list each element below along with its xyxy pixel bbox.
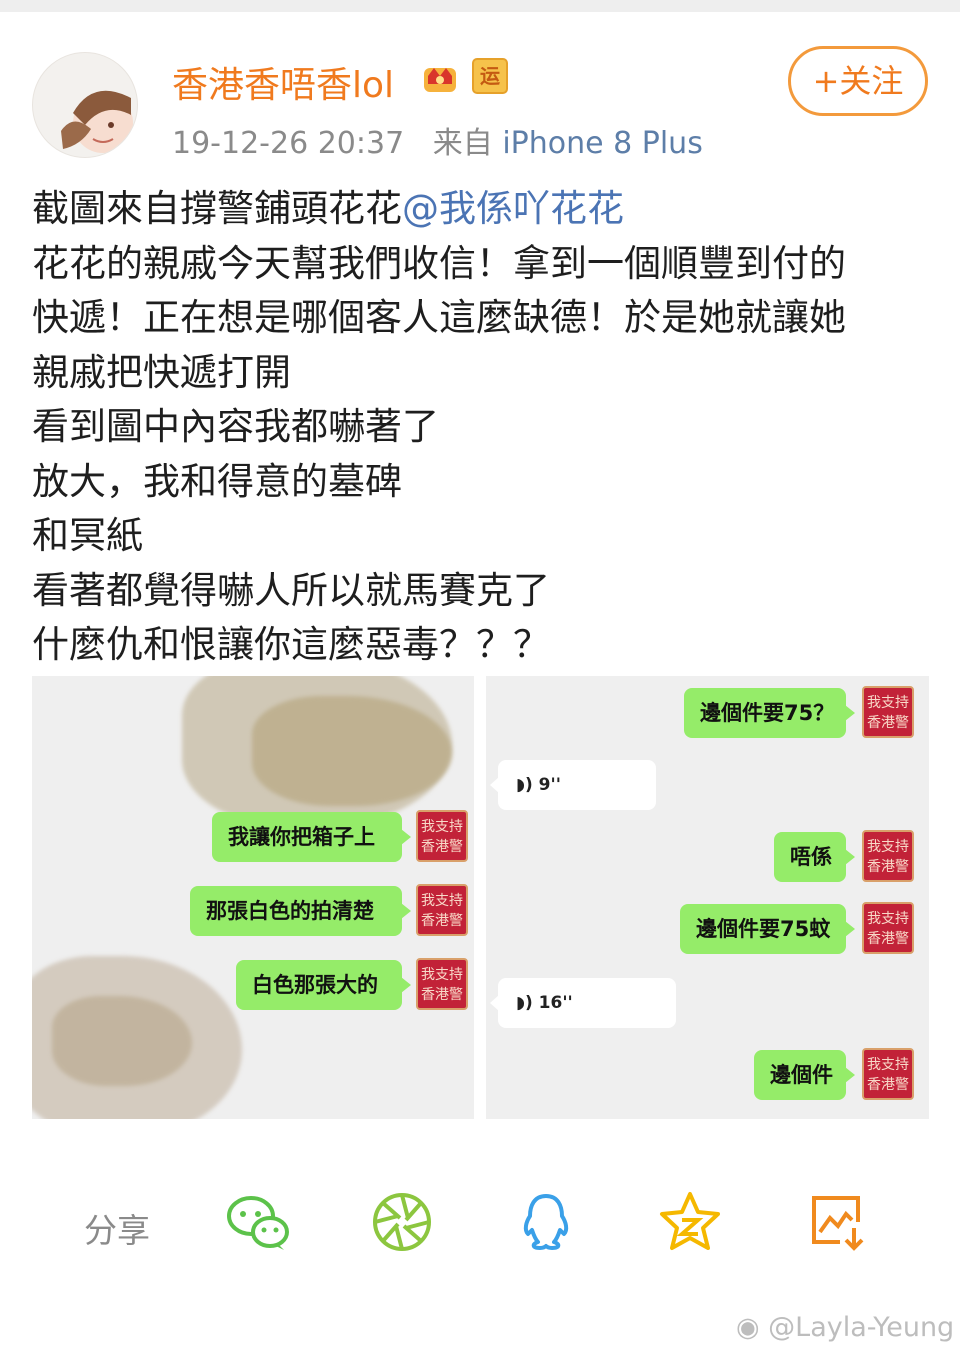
qzone-icon[interactable] — [658, 1190, 722, 1254]
crown-badge-icon[interactable] — [420, 58, 460, 94]
post-meta: 19-12-26 20:37 来自 iPhone 8 Plus — [172, 118, 703, 162]
chat-avatar: 我支持 香港警 — [416, 958, 468, 1010]
voice-message[interactable]: ◗) 16'' — [490, 978, 676, 1028]
voice-message[interactable]: ◗) 9'' — [490, 760, 656, 810]
watermark: ◉ @Layla-Yeung — [736, 1312, 955, 1343]
voice-icon: ◗) — [516, 775, 533, 795]
post-image-1[interactable]: 我讓你把箱子上 我支持 香港警 那張白色的拍清楚 我支持 香港警 白色那張大的 我支… — [32, 676, 474, 1119]
chat-avatar: 我支持 香港警 — [862, 686, 914, 738]
post-image-2[interactable]: 邊個件要75？ 我支持 香港警 ◗) 9'' 唔係 我支持 香港警 邊個件要75蚊 … — [486, 676, 929, 1119]
save-image-icon[interactable] — [806, 1190, 870, 1254]
mention-link[interactable]: @我係吖花花 — [402, 187, 624, 230]
chat-bubble: 白色那張大的 — [236, 960, 411, 1010]
post-line: 截圖來自撐警鋪頭花花@我係吖花花 — [32, 182, 932, 237]
share-label: 分享 — [84, 1211, 150, 1250]
chat-avatar: 我支持 香港警 — [862, 1048, 914, 1100]
chat-bubble: 邊個件要75蚊 — [680, 904, 855, 954]
status-strip — [0, 0, 960, 12]
weibo-icon: ◉ — [736, 1312, 760, 1343]
blur-region — [52, 996, 192, 1086]
post-line: 什麼仇和恨讓你這麼惡毒？？？ — [32, 623, 550, 666]
qq-icon[interactable] — [514, 1190, 578, 1254]
post-line: 快遞！正在想是哪個客人這麼缺德！於是她就讓她 — [32, 296, 846, 339]
username[interactable]: 香港香唔香lol — [172, 56, 394, 108]
chat-bubble: 我讓你把箱子上 — [212, 812, 411, 862]
chat-avatar: 我支持 香港警 — [862, 830, 914, 882]
post-line: 放大，我和得意的墓碑 — [32, 459, 402, 503]
moments-icon[interactable] — [370, 1190, 434, 1254]
chat-bubble: 邊個件要75？ — [684, 688, 855, 738]
chat-avatar: 我支持 香港警 — [862, 902, 914, 954]
wechat-icon[interactable] — [226, 1190, 290, 1254]
chat-bubble: 那張白色的拍清楚 — [190, 886, 411, 936]
blur-region — [252, 696, 452, 806]
post-line: 看到圖中內容我都嚇著了 — [32, 405, 439, 448]
post-line: 花花的親戚今天幫我們收信！拿到一個順豐到付的 — [32, 241, 846, 285]
source-prefix: 来自 — [432, 126, 493, 161]
post-line: 和冥紙 — [32, 514, 143, 557]
post-line: 親戚把快遞打開 — [32, 350, 291, 394]
voice-icon: ◗) — [516, 993, 533, 1013]
source-device[interactable]: iPhone 8 Plus — [502, 126, 703, 161]
post-line: 看著都覺得嚇人所以就馬賽克了 — [32, 568, 550, 612]
yun-badge-icon[interactable]: 运 — [472, 58, 508, 94]
post-text: 截圖來自撐警鋪頭花花 — [32, 187, 402, 230]
chat-avatar: 我支持 香港警 — [416, 810, 468, 862]
chat-avatar: 我支持 香港警 — [416, 884, 468, 936]
chat-bubble: 邊個件 — [754, 1050, 855, 1100]
avatar[interactable] — [32, 52, 138, 158]
follow-button[interactable]: +关注 — [788, 46, 928, 116]
post-timestamp: 19-12-26 20:37 — [172, 126, 405, 161]
post-body: 截圖來自撐警鋪頭花花@我係吖花花 花花的親戚今天幫我們收信！拿到一個順豐到付的 … — [32, 182, 932, 673]
chat-bubble: 唔係 — [774, 832, 855, 882]
